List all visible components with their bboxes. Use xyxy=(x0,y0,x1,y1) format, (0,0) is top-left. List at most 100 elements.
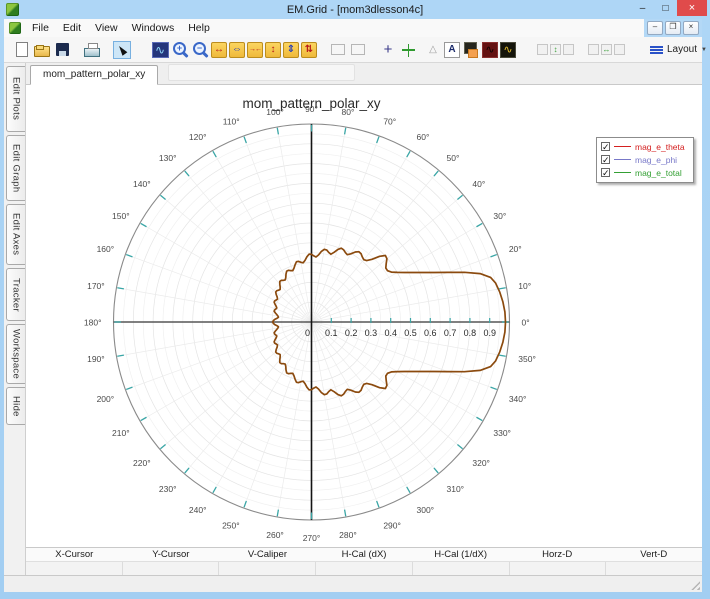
legend-checkbox[interactable]: ✓ xyxy=(601,168,610,178)
region-select-icon[interactable] xyxy=(329,41,347,59)
grid-spoke xyxy=(183,170,312,323)
menubar: File Edit View Windows Help – ❐ × xyxy=(4,19,702,37)
radius-tick-label: 0.2 xyxy=(345,328,358,338)
add-text-icon[interactable]: A xyxy=(444,41,460,58)
angle-label: 40° xyxy=(472,179,485,189)
menu-item-file[interactable]: File xyxy=(25,20,56,36)
radius-tick-label: 0.9 xyxy=(483,328,496,338)
angle-label: 0° xyxy=(522,318,530,328)
sidebar-tab-edit-axes[interactable]: Edit Axes xyxy=(6,204,25,265)
radius-tick-label: 0.8 xyxy=(464,328,477,338)
maximize-icon: □ xyxy=(662,2,669,14)
sidebar-tab-edit-graph[interactable]: Edit Graph xyxy=(6,135,25,201)
angle-tick xyxy=(406,150,411,158)
menu-item-view[interactable]: View xyxy=(88,20,125,36)
mdi-minimize-button[interactable]: – xyxy=(647,21,663,35)
legend-line-sample xyxy=(614,159,631,160)
group-valign-icon[interactable]: ↕ xyxy=(537,41,574,59)
resize-grip[interactable] xyxy=(690,580,700,590)
expand-x-icon[interactable]: ↔ xyxy=(211,41,227,58)
axes-tool-icon[interactable] xyxy=(399,41,417,59)
legend-checkbox[interactable]: ✓ xyxy=(601,142,610,152)
group-halign-icon[interactable]: ↔ xyxy=(588,41,625,59)
expand-y-icon[interactable]: ↕ xyxy=(265,41,281,58)
print-icon[interactable] xyxy=(83,41,101,59)
menu-item-help[interactable]: Help xyxy=(181,20,217,36)
legend-row: ✓ mag_e_phi xyxy=(601,154,685,165)
app-icon xyxy=(6,3,19,16)
angle-label: 320° xyxy=(472,458,490,468)
mdi-close-button[interactable]: × xyxy=(683,21,699,35)
angle-label: 60° xyxy=(417,132,430,142)
angle-label: 290° xyxy=(383,520,401,530)
region-select-b-icon[interactable] xyxy=(349,41,367,59)
status-bar xyxy=(4,575,702,592)
angle-tick xyxy=(476,416,483,422)
graph-gold-icon[interactable]: ∿ xyxy=(500,41,516,58)
pan-x-icon[interactable]: ⇔ xyxy=(229,41,245,58)
radius-tick-label: 0.5 xyxy=(404,328,417,338)
graph-red-icon[interactable]: ∿ xyxy=(482,41,498,58)
compress-y-icon[interactable]: ⇅ xyxy=(301,41,317,58)
new-document-icon[interactable] xyxy=(13,41,31,59)
grid-spoke xyxy=(183,321,312,474)
angle-tick xyxy=(457,194,463,201)
tab-mom-pattern-polar-xy[interactable]: mom_pattern_polar_xy xyxy=(30,65,159,85)
caliper-label-2: V-Caliper xyxy=(247,549,287,560)
save-icon[interactable] xyxy=(53,41,71,59)
legend-label: mag_e_phi xyxy=(635,154,678,165)
angle-label: 310° xyxy=(446,484,464,494)
radius-tick-label: 0.1 xyxy=(325,328,338,338)
sidebar-tab-edit-plots[interactable]: Edit Plots xyxy=(6,66,25,132)
angle-tick xyxy=(125,386,133,391)
compress-x-icon[interactable]: →← xyxy=(247,41,263,58)
radius-tick-label: 0.7 xyxy=(444,328,457,338)
mdi-restore-button[interactable]: ❐ xyxy=(665,21,681,35)
angle-tick xyxy=(498,287,506,290)
layout-menu-button[interactable]: Layout ▼ xyxy=(646,41,710,59)
angle-tick xyxy=(140,222,147,228)
angle-label: 210° xyxy=(112,428,130,438)
angle-label: 50° xyxy=(446,153,459,163)
legend-checkbox[interactable]: ✓ xyxy=(601,155,610,165)
tab-bar: mom_pattern_polar_xy xyxy=(26,63,702,85)
zoom-out-icon[interactable] xyxy=(191,41,209,59)
angle-tick xyxy=(376,500,380,508)
add-marker-icon[interactable]: + xyxy=(379,41,397,59)
angle-tick xyxy=(117,354,125,357)
copy-graph-icon[interactable] xyxy=(462,41,480,59)
maximize-button[interactable]: □ xyxy=(654,0,677,16)
angle-label: 110° xyxy=(223,117,240,127)
angle-tick xyxy=(140,416,147,422)
angle-label: 330° xyxy=(493,428,511,438)
angle-label: 90° xyxy=(305,104,318,114)
angle-label: 200° xyxy=(97,394,115,404)
caliper-value-4 xyxy=(413,562,510,576)
sidebar-tab-tracker[interactable]: Tracker xyxy=(6,268,25,321)
angle-tick xyxy=(433,467,439,474)
marker-triangle-icon[interactable]: △ xyxy=(424,41,442,59)
sidebar-tab-hide[interactable]: Hide xyxy=(6,387,25,425)
angle-label: 120° xyxy=(189,132,207,142)
angle-label: 350° xyxy=(518,354,536,364)
pan-y-icon[interactable]: ⇕ xyxy=(283,41,299,58)
caliper-value-5 xyxy=(510,562,607,576)
angle-tick xyxy=(376,136,380,144)
angle-label: 250° xyxy=(222,520,240,530)
mini-box-icon xyxy=(563,44,574,55)
menu-item-edit[interactable]: Edit xyxy=(56,20,88,36)
plot-properties-icon[interactable] xyxy=(151,41,169,59)
caliper-label-5: Horz-D xyxy=(542,549,573,560)
radius-tick-label: 0.3 xyxy=(365,328,378,338)
sidebar-tab-workspace[interactable]: Workspace xyxy=(6,324,25,384)
open-file-icon[interactable] xyxy=(33,41,51,59)
grid-spoke xyxy=(311,321,440,474)
menu-item-windows[interactable]: Windows xyxy=(125,20,182,36)
select-cursor-icon[interactable] xyxy=(113,40,131,59)
close-button[interactable]: × xyxy=(677,0,707,16)
minimize-button[interactable]: – xyxy=(631,0,654,16)
zoom-in-icon[interactable] xyxy=(171,41,189,59)
plot-area[interactable]: mom_pattern_polar_xy 0 0.1 0.2 0.3 0.4 0.5 0.6 0… xyxy=(26,85,702,547)
arrows-vertical-icon: ↕ xyxy=(550,44,561,55)
angle-tick xyxy=(276,127,280,135)
